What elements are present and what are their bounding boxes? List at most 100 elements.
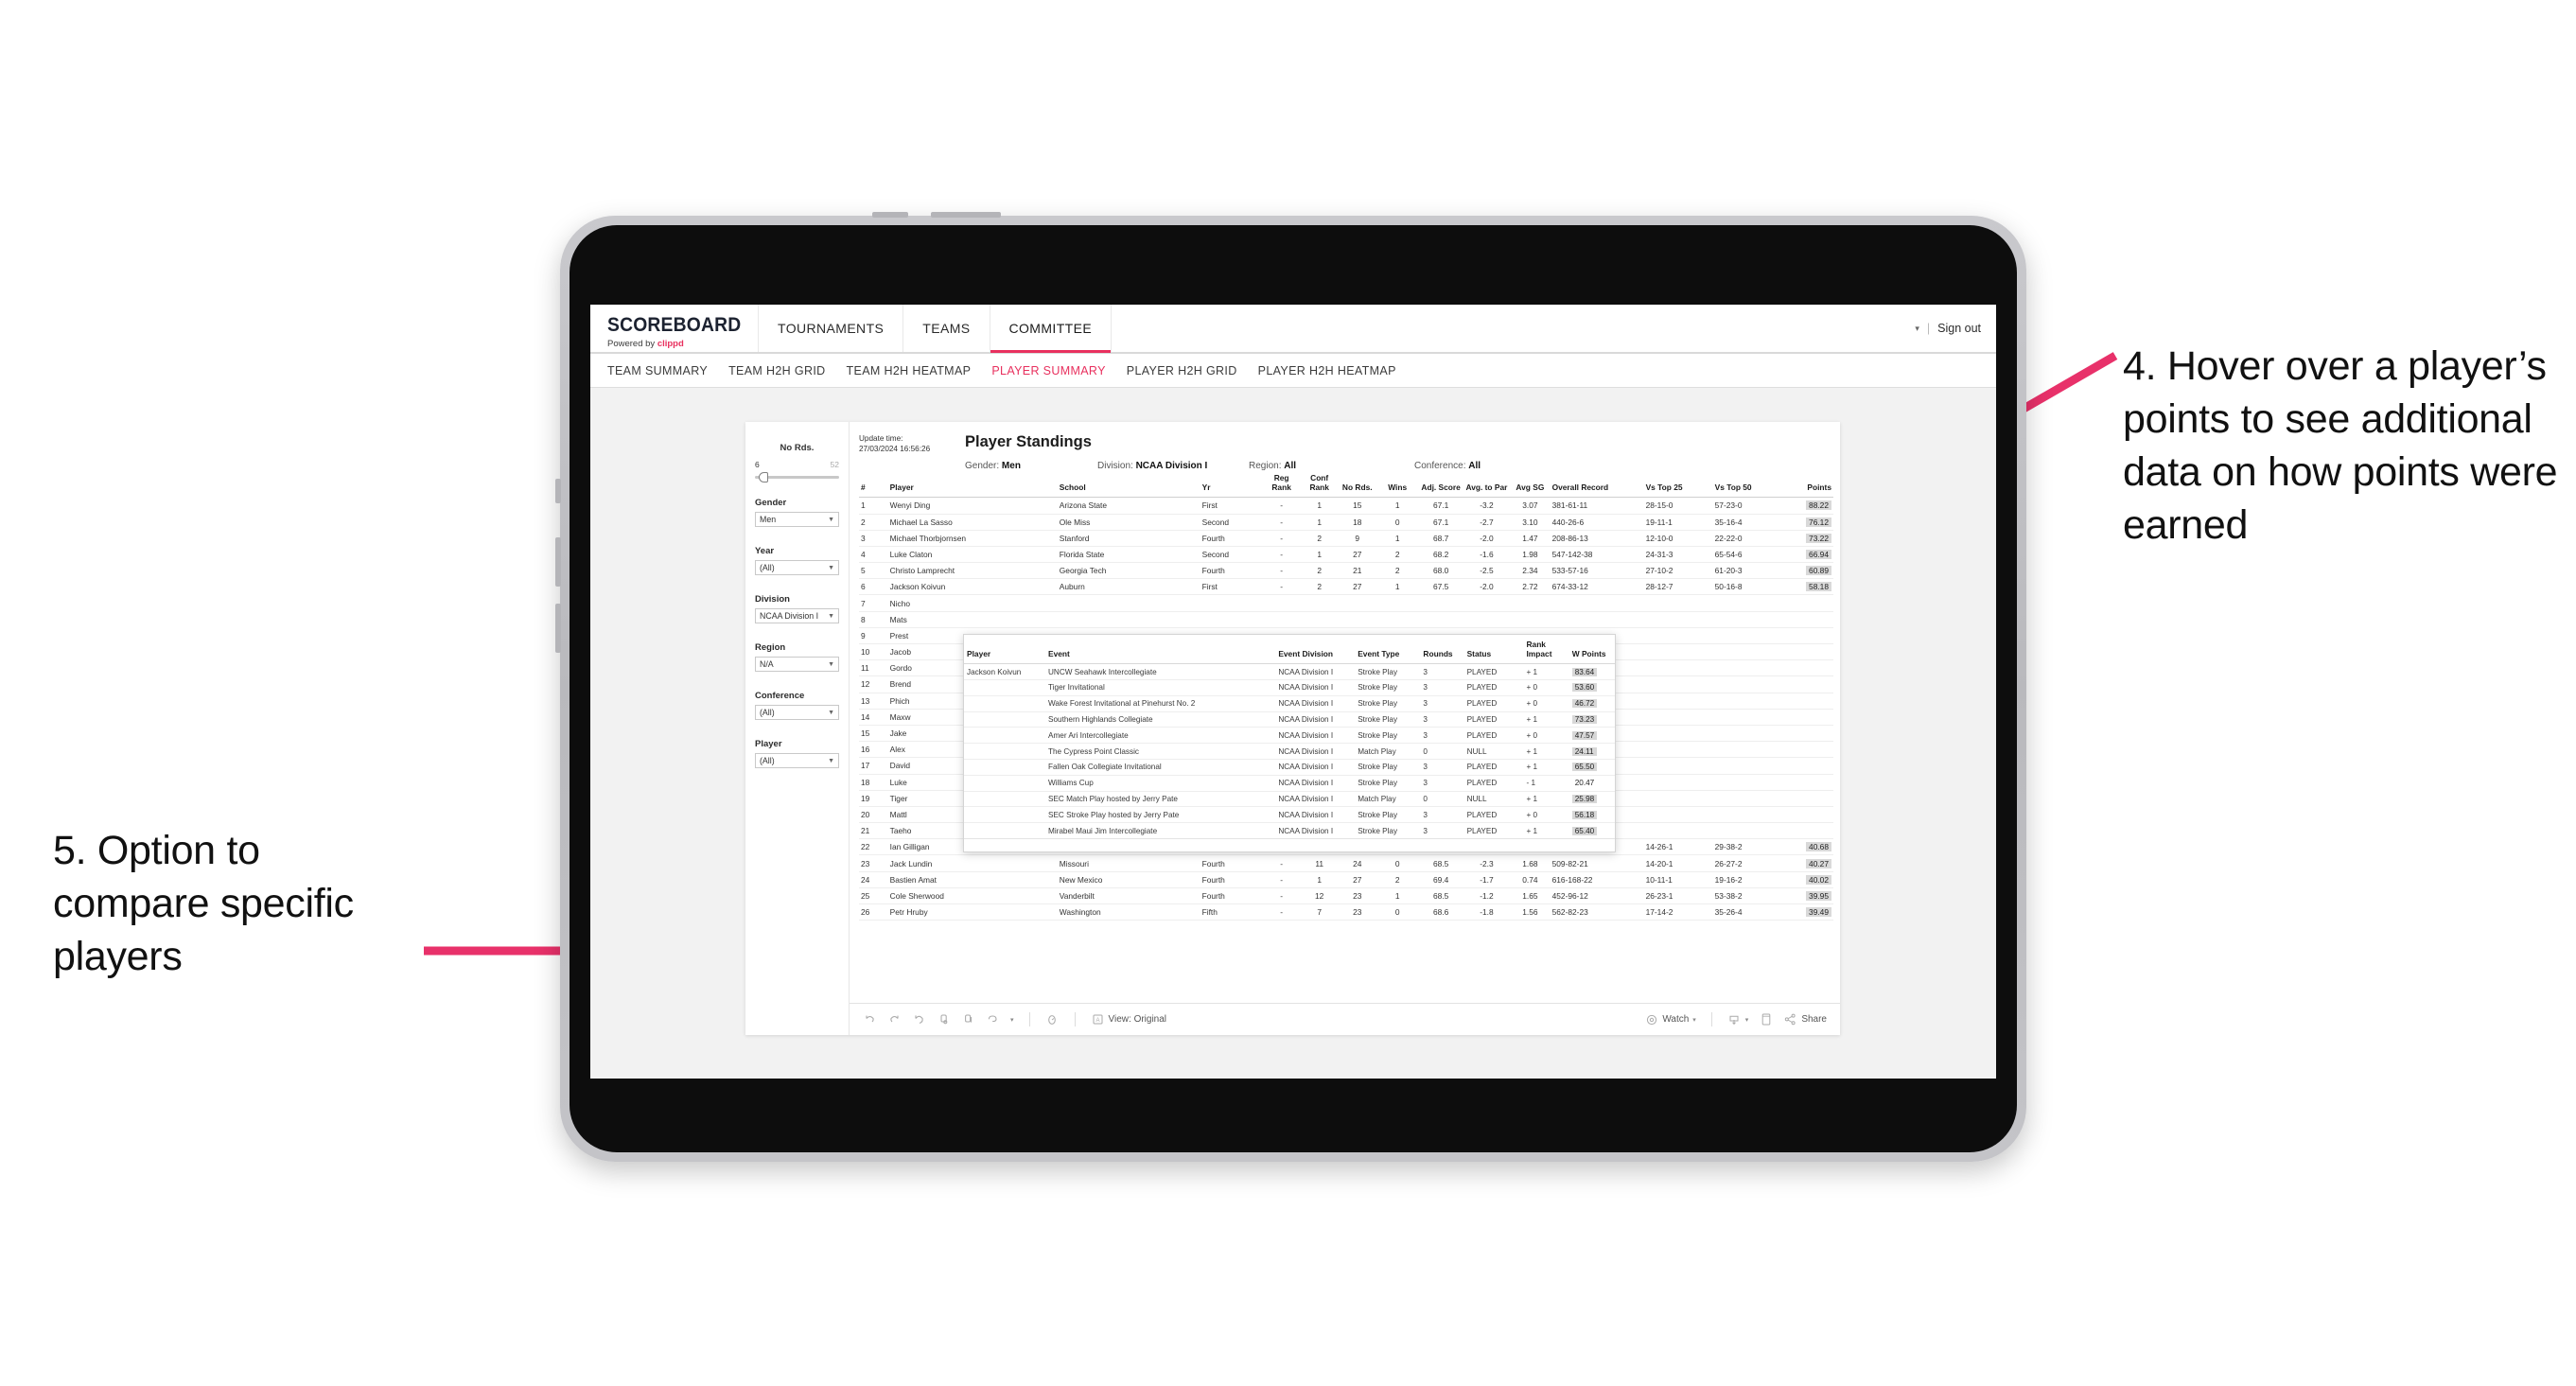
nav-item-teams[interactable]: TEAMS [903,305,990,352]
cell-points[interactable]: 73.22 [1781,530,1833,547]
table-row[interactable]: 24 Bastien Amat New Mexico Fourth -1 27 2 69.4-… [859,871,1833,888]
cell-points[interactable] [1781,594,1833,612]
points-value[interactable]: 73.22 [1806,533,1831,543]
points-value[interactable]: 66.94 [1806,549,1831,559]
share-button[interactable]: Share [1783,1012,1827,1026]
points-value[interactable]: 40.02 [1806,874,1831,885]
cell-points[interactable] [1781,774,1833,791]
pause-refresh-icon[interactable] [961,1012,975,1026]
col-no-rounds[interactable]: No Rds. [1338,471,1376,499]
device-layout-icon[interactable] [1759,1012,1773,1026]
col-yr[interactable]: Yr [1200,471,1263,499]
download-button[interactable]: ▾ [1727,1012,1748,1026]
cell-points[interactable]: 76.12 [1781,514,1833,531]
table-row[interactable]: 26 Petr Hruby Washington Fifth -7 23 0 68.6 -1.8… [859,904,1833,921]
slider-track[interactable] [755,472,839,482]
points-value[interactable]: 40.27 [1806,858,1831,868]
cell-points[interactable] [1781,693,1833,710]
filter-select-region[interactable]: N/A ▼ [755,657,839,672]
nav-item-tournaments[interactable]: TOURNAMENTS [759,305,904,352]
col-conf-rank[interactable]: Conf Rank [1300,471,1339,499]
tab-team-h2h-grid[interactable]: TEAM H2H GRID [728,364,825,377]
tab-player-summary[interactable]: PLAYER SUMMARY [991,364,1105,377]
points-value[interactable]: 40.68 [1806,842,1831,852]
cell-rank: 7 [859,594,888,612]
col-avg-to-par[interactable]: Avg. to Par [1463,471,1511,499]
col-reg-rank[interactable]: Reg Rank [1262,471,1301,499]
table-row[interactable]: 4 Luke Claton Florida State Second -1 27 2 68.2… [859,546,1833,564]
chevron-down-icon[interactable]: ▾ [1915,324,1919,334]
clear-sheet-icon[interactable] [986,1012,1000,1026]
cell-points[interactable]: 40.68 [1781,838,1833,856]
sign-out-link[interactable]: Sign out [1937,322,1981,335]
table-row[interactable]: 25 Cole Sherwood Vanderbilt Fourth -12 23 1 68.… [859,887,1833,905]
col-vs-top-50[interactable]: Vs Top 50 [1712,471,1782,499]
col-vs-top-25[interactable]: Vs Top 25 [1643,471,1713,499]
points-value[interactable]: 76.12 [1806,517,1831,527]
filter-no-rounds-slider[interactable]: 6 52 [755,460,839,482]
cell-points[interactable]: 39.95 [1781,887,1833,905]
filter-select-division[interactable]: NCAA Division I ▼ [755,608,839,623]
col-school[interactable]: School [1057,471,1200,499]
cell-points[interactable] [1781,659,1833,677]
cell-points[interactable] [1781,611,1833,628]
app-logo[interactable]: SCOREBOARD Powered by clippd [590,305,759,352]
undo-icon[interactable] [863,1012,877,1026]
table-row[interactable]: 7 Nicho [859,594,1833,612]
col-adj-score[interactable]: Adj. Score [1418,471,1463,499]
cell-points[interactable] [1781,725,1833,743]
col-wins[interactable]: Wins [1376,471,1419,499]
table-row[interactable]: 1 Wenyi Ding Arizona State First -1 15 1 67.1 -3… [859,497,1833,515]
cell-points[interactable]: 60.89 [1781,562,1833,580]
points-value[interactable]: 39.49 [1806,907,1831,918]
slider-handle[interactable] [759,472,768,482]
clear-sheet-caret-icon[interactable]: ▾ [1010,1016,1014,1024]
points-value[interactable]: 58.18 [1806,582,1831,592]
cell-points[interactable] [1781,627,1833,645]
cell-points[interactable] [1781,806,1833,824]
cell-points[interactable]: 88.22 [1781,497,1833,515]
cell-points[interactable] [1781,675,1833,693]
cell-points[interactable]: 40.02 [1781,871,1833,888]
table-row[interactable]: 5 Christo Lamprecht Georgia Tech Fourth -2 21… [859,562,1833,580]
col-rank[interactable]: # [859,471,888,499]
cell-points[interactable]: 58.18 [1781,578,1833,596]
col-player[interactable]: Player [887,471,1058,499]
filter-select-year[interactable]: (All) ▼ [755,560,839,575]
nav-item-committee[interactable]: COMMITTEE [990,305,1113,353]
table-row[interactable]: 8 Mats [859,611,1833,628]
tab-team-summary[interactable]: TEAM SUMMARY [607,364,708,377]
col-avg-sg[interactable]: Avg SG [1510,471,1551,499]
refresh-data-icon[interactable] [937,1012,951,1026]
cell-points[interactable] [1781,741,1833,759]
points-value[interactable]: 88.22 [1806,500,1831,511]
col-overall-record[interactable]: Overall Record [1550,471,1644,499]
cell-points[interactable] [1781,822,1833,840]
points-value[interactable]: 60.89 [1806,566,1831,576]
standings-table-container[interactable]: # Player School Yr Reg Rank Conf Rank No… [850,471,1840,1003]
cell-points[interactable] [1781,790,1833,807]
cell-points[interactable]: 40.27 [1781,854,1833,872]
filter-select-gender[interactable]: Men ▼ [755,512,839,527]
table-row[interactable]: 3 Michael Thorbjornsen Stanford Fourth -2 9 1 6… [859,530,1833,547]
col-points[interactable]: Points [1781,471,1833,499]
filter-select-player[interactable]: (All) ▼ [755,753,839,768]
watch-button[interactable]: Watch ▾ [1644,1012,1696,1026]
table-row[interactable]: 6 Jackson Koivun Auburn First -2 27 1 67.5 -2.0 2… [859,578,1833,596]
cell-points[interactable] [1781,757,1833,775]
cell-points[interactable] [1781,643,1833,661]
tab-team-h2h-heatmap[interactable]: TEAM H2H HEATMAP [847,364,972,377]
cell-points[interactable]: 66.94 [1781,546,1833,564]
table-row[interactable]: 2 Michael La Sasso Ole Miss Second -1 18 0 67.1… [859,514,1833,531]
filter-select-conference[interactable]: (All) ▼ [755,705,839,720]
cell-points[interactable]: 39.49 [1781,904,1833,921]
tab-player-h2h-heatmap[interactable]: PLAYER H2H HEATMAP [1258,364,1396,377]
pause-auto-update-icon[interactable] [1045,1012,1060,1026]
view-original-button[interactable]: A View: Original [1091,1012,1166,1026]
revert-icon[interactable] [912,1012,926,1026]
points-value[interactable]: 39.95 [1806,890,1831,901]
cell-points[interactable] [1781,709,1833,726]
redo-icon[interactable] [887,1012,902,1026]
tab-player-h2h-grid[interactable]: PLAYER H2H GRID [1127,364,1237,377]
table-row[interactable]: 23 Jack Lundin Missouri Fourth -11 24 0 68.5 -2.… [859,854,1833,872]
